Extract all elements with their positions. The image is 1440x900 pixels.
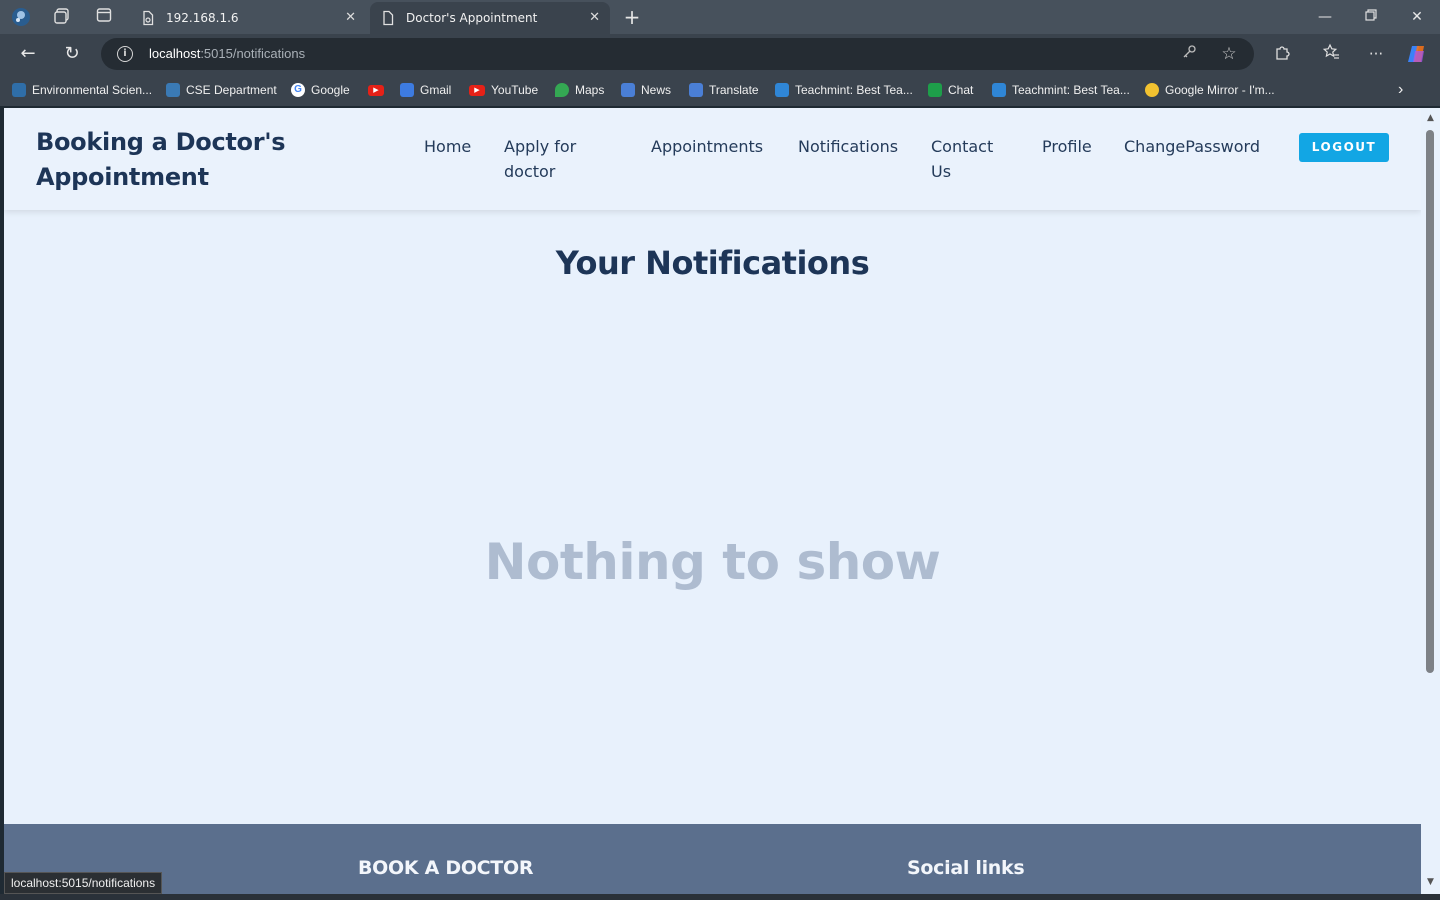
site-footer: BOOK A DOCTOR Social links (4, 824, 1421, 894)
extensions-icon[interactable] (1272, 43, 1294, 65)
nav-contact-us[interactable]: Contact Us (931, 134, 1011, 184)
browser-titlebar: 192.168.1.6 ✕ Doctor's Appointment ✕ + —… (0, 0, 1440, 34)
empty-state-message: Nothing to show (484, 533, 941, 591)
url-host: localhost (149, 46, 201, 61)
bookmark-label: News (641, 83, 672, 97)
teachmint-icon (992, 83, 1006, 97)
browser-toolbar: ← ↻ i localhost:5015/notifications ☆ ··· (0, 34, 1440, 74)
logout-button[interactable]: LOGOUT (1299, 133, 1389, 162)
bookmarks-bar: Environmental Scien... CSE Department GG… (0, 74, 1440, 106)
close-window-icon[interactable]: ✕ (1403, 6, 1431, 28)
tab-192-168-1-6[interactable]: 192.168.1.6 ✕ (130, 2, 366, 34)
news-icon (621, 83, 635, 97)
bookmark-chat[interactable]: Chat (928, 81, 973, 99)
page-icon (380, 10, 396, 26)
bookmark-google-mirror[interactable]: Google Mirror - I'm... (1145, 81, 1275, 99)
bookmark-google[interactable]: G Google (291, 81, 350, 99)
bookmark-cse-department[interactable]: CSE Department (166, 81, 277, 99)
workspaces-icon[interactable] (52, 7, 72, 27)
bookmark-label: Teachmint: Best Tea... (1012, 83, 1130, 97)
chrome-icon (1145, 83, 1159, 97)
site-info-icon[interactable]: i (117, 46, 133, 62)
bookmarks-overflow-chevron-icon[interactable]: › (1398, 81, 1403, 99)
scrollbar-thumb[interactable] (1426, 130, 1434, 673)
tab-title: Doctor's Appointment (406, 11, 538, 25)
site-brand[interactable]: Booking a Doctor's Appointment (36, 125, 366, 195)
bookmark-label: Environmental Scien... (32, 83, 153, 97)
nav-home[interactable]: Home (424, 134, 471, 159)
bookmark-label: Chat (948, 83, 974, 97)
page-scrollbar[interactable]: ▲ ▼ (1421, 108, 1440, 894)
translate-icon (689, 83, 703, 97)
scroll-up-arrow-icon[interactable]: ▲ (1424, 112, 1437, 124)
bookmark-favicon-icon (166, 83, 180, 97)
nav-notifications[interactable]: Notifications (798, 134, 898, 159)
bookmark-label: Google (311, 83, 350, 97)
scroll-down-arrow-icon[interactable]: ▼ (1424, 876, 1437, 888)
bookmark-label: Gmail (420, 83, 452, 97)
key-icon[interactable] (1179, 44, 1199, 64)
bookmark-label: CSE Department (186, 83, 277, 97)
bookmark-label: Teachmint: Best Tea... (795, 83, 913, 97)
bookmark-teachmint-1[interactable]: Teachmint: Best Tea... (775, 81, 913, 99)
bookmark-news[interactable]: News (621, 81, 671, 99)
youtube-icon: ▶ (368, 84, 384, 96)
bookmark-label: Translate (709, 83, 759, 97)
nav-apply-for-doctor[interactable]: Apply for doctor (504, 134, 614, 184)
bookmark-label: Maps (575, 83, 605, 97)
refresh-icon[interactable]: ↻ (60, 43, 84, 65)
nav-change-password[interactable]: ChangePassword (1124, 134, 1260, 159)
nav-appointments[interactable]: Appointments (651, 134, 763, 159)
profile-avatar-icon[interactable] (11, 7, 31, 27)
favorite-star-icon[interactable]: ☆ (1219, 44, 1239, 64)
maps-pin-icon (555, 83, 569, 97)
page-title: Your Notifications (555, 244, 870, 282)
bookmark-favicon-icon (12, 83, 26, 97)
minimize-icon[interactable]: — (1311, 6, 1339, 28)
back-icon[interactable]: ← (16, 43, 40, 65)
nav-profile[interactable]: Profile (1042, 134, 1092, 159)
bookmark-label: YouTube (491, 83, 539, 97)
docs-icon (400, 83, 414, 97)
status-url-tooltip: localhost:5015/notifications (4, 872, 163, 894)
teachmint-icon (775, 83, 789, 97)
bookmark-translate[interactable]: Translate (689, 81, 759, 99)
bookmark-maps[interactable]: Maps (555, 81, 604, 99)
footer-social-heading: Social links (907, 857, 1025, 879)
tab-title: 192.168.1.6 (166, 11, 239, 25)
tab-doctors-appointment[interactable]: Doctor's Appointment ✕ (370, 2, 610, 34)
restore-icon[interactable] (1357, 6, 1385, 28)
page-viewport: Booking a Doctor's Appointment Home Appl… (4, 108, 1421, 894)
bookmark-label: Google Mirror - I'm... (1165, 83, 1275, 97)
bookmark-gmail[interactable]: Gmail (400, 81, 451, 99)
bookmark-environmental-science[interactable]: Environmental Scien... (12, 81, 152, 99)
chat-icon (928, 83, 942, 97)
copilot-icon[interactable] (1406, 43, 1428, 65)
address-url[interactable]: localhost:5015/notifications (149, 46, 305, 61)
google-icon: G (291, 83, 305, 97)
window-bottom-edge (0, 894, 1440, 900)
favorites-icon[interactable] (1320, 43, 1342, 65)
youtube-icon: ▶ (469, 84, 485, 96)
tab-close-icon[interactable]: ✕ (345, 10, 356, 25)
new-tab-button[interactable]: + (622, 7, 642, 27)
bookmark-teachmint-2[interactable]: Teachmint: Best Tea... (992, 81, 1130, 99)
bookmark-youtube[interactable]: ▶ YouTube (469, 81, 538, 99)
site-header: Booking a Doctor's Appointment Home Appl… (4, 108, 1421, 210)
more-options-icon[interactable]: ··· (1365, 43, 1387, 65)
url-path: :5015/notifications (200, 46, 306, 61)
tab-actions-icon[interactable] (94, 7, 114, 27)
page-icon (140, 10, 156, 26)
bookmark-youtube-unnamed[interactable]: ▶ (368, 81, 390, 99)
address-bar[interactable]: i localhost:5015/notifications ☆ (101, 38, 1254, 70)
footer-book-heading: BOOK A DOCTOR (358, 857, 534, 879)
tab-close-icon[interactable]: ✕ (589, 10, 600, 25)
